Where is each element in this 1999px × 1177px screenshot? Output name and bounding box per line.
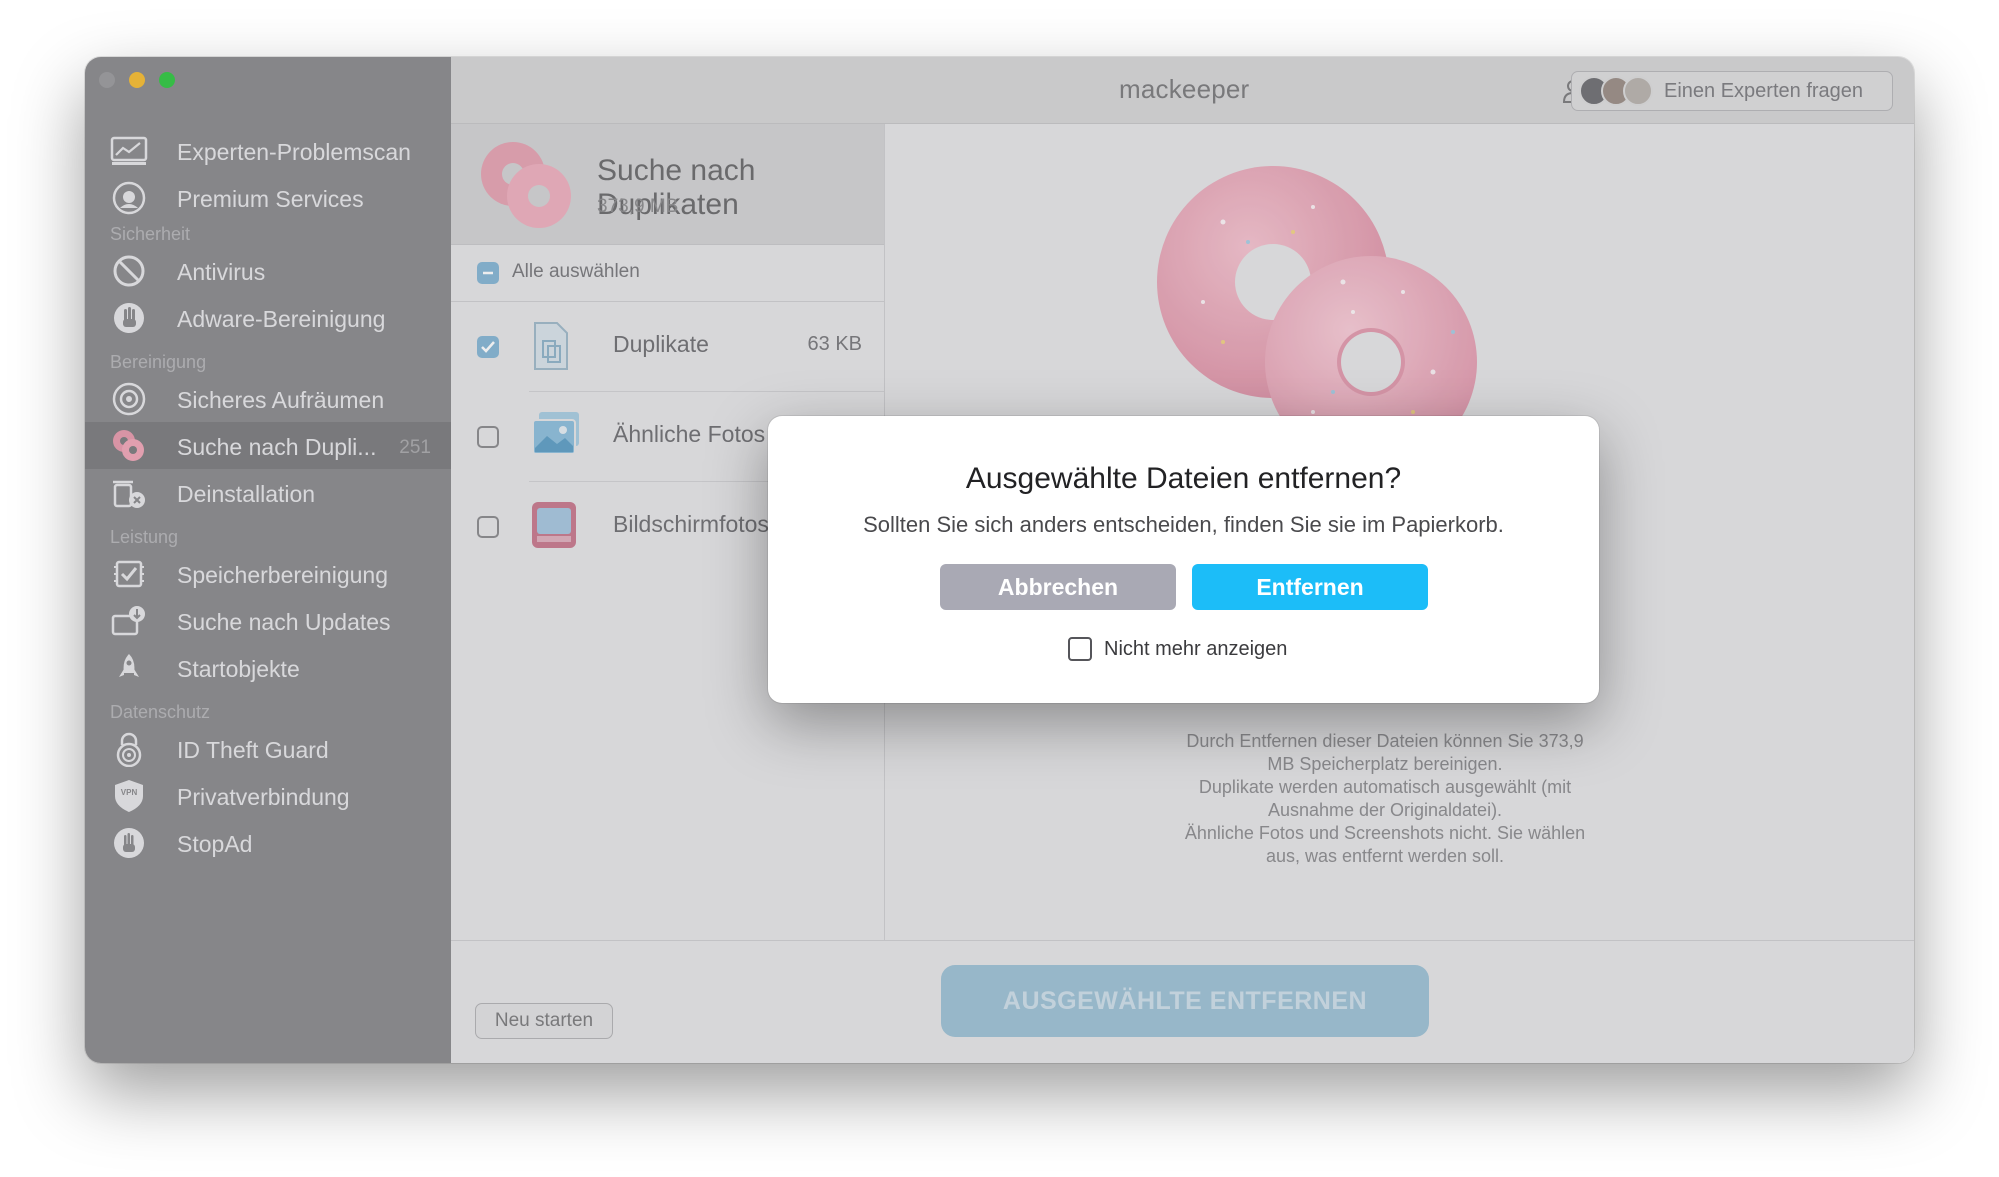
section-heading: Sicherheit xyxy=(110,224,191,244)
sidebar-item-deinstallation[interactable]: Deinstallation xyxy=(85,469,451,516)
expert-avatars xyxy=(1579,76,1653,106)
dialog-message: Sollten Sie sich anders entscheiden, fin… xyxy=(863,512,1504,537)
description-line: Duplikate werden automatisch ausgewählt … xyxy=(1198,777,1572,797)
sidebar-item-speicherbereinigung[interactable]: Speicherbereinigung xyxy=(85,550,451,597)
section-heading: Leistung xyxy=(110,527,179,547)
duplicate-files-icon xyxy=(534,322,568,370)
dont-show-again-option[interactable]: Nicht mehr anzeigen xyxy=(1068,637,1287,661)
hand-stop-icon xyxy=(110,300,148,336)
svg-text:VPN: VPN xyxy=(121,788,138,797)
sidebar-item-label: Suche nach Updates xyxy=(177,609,391,635)
shield-slash-icon xyxy=(110,253,148,289)
list-item-duplikate[interactable]: Duplikate 63 KB xyxy=(451,302,884,392)
section-heading: Datenschutz xyxy=(110,702,211,722)
remove-selected-button[interactable]: AUSGEWÄHLTE ENTFERNEN xyxy=(941,965,1429,1037)
sidebar-item-label: Privatverbindung xyxy=(177,784,350,810)
row-checkbox[interactable] xyxy=(477,516,499,538)
dont-show-again-label: Nicht mehr anzeigen xyxy=(1104,637,1288,660)
vpn-shield-icon: VPN xyxy=(110,778,148,814)
sidebar-item-startobjekte[interactable]: Startobjekte xyxy=(85,644,451,691)
sidebar-item-antivirus[interactable]: Antivirus xyxy=(85,247,451,294)
headset-icon xyxy=(110,180,148,216)
sidebar-item-label: Startobjekte xyxy=(177,656,300,682)
dont-show-again-checkbox[interactable] xyxy=(1068,637,1092,661)
window-controls xyxy=(99,72,175,88)
row-size: 63 KB xyxy=(807,333,862,355)
select-all-label: Alle auswählen xyxy=(512,261,640,282)
sidebar-item-stopad[interactable]: StopAd xyxy=(85,819,451,866)
cancel-button[interactable]: Abbrechen xyxy=(940,564,1176,610)
sidebar-item-label: Deinstallation xyxy=(177,481,316,507)
row-name: Duplikate xyxy=(613,331,709,357)
sidebar-item-sicheres-aufraeumen[interactable]: Sicheres Aufräumen xyxy=(85,375,451,422)
update-download-icon xyxy=(110,603,148,639)
sidebar-item-label: Sicheres Aufräumen xyxy=(177,387,385,413)
description-line: Ähnliche Fotos und Screenshots nicht. Si… xyxy=(1184,823,1586,843)
restart-button[interactable]: Neu starten xyxy=(475,1003,613,1039)
sidebar-item-label: Antivirus xyxy=(177,259,266,285)
sidebar-item-updates[interactable]: Suche nach Updates xyxy=(85,597,451,644)
description-text: Durch Entfernen dieser Dateien können Si… xyxy=(1085,730,1685,868)
sidebar-item-label: Experten-Problemscan xyxy=(177,139,411,165)
sidebar-item-adware[interactable]: Adware-Bereinigung xyxy=(85,294,451,341)
sidebar-item-label: StopAd xyxy=(177,831,253,857)
description-line: MB Speicherplatz bereinigen. xyxy=(1267,754,1503,774)
description-line: aus, was entfernt werden soll. xyxy=(1265,846,1505,866)
section-heading: Bereinigung xyxy=(110,352,207,372)
row-checkbox[interactable] xyxy=(477,336,499,358)
maximize-window-button[interactable] xyxy=(159,72,175,88)
screenshot-icon xyxy=(532,502,576,548)
hand-circle-icon xyxy=(110,825,148,861)
sidebar-item-id-theft-guard[interactable]: ID Theft Guard xyxy=(85,725,451,772)
sidebar-item-premium-services[interactable]: Premium Services xyxy=(85,174,451,221)
donut-icon xyxy=(110,428,148,464)
sidebar-item-experten-problemscan[interactable]: Experten-Problemscan xyxy=(85,127,451,174)
sidebar-item-duplikate[interactable]: Suche nach Dupli... 251 xyxy=(85,422,451,469)
select-all-row[interactable]: Alle auswählen xyxy=(451,245,884,302)
sidebar-item-label: Premium Services xyxy=(177,186,364,212)
close-window-button[interactable] xyxy=(99,72,115,88)
donut-icon xyxy=(481,142,571,228)
fingerprint-lock-icon xyxy=(110,731,148,767)
memory-check-icon xyxy=(110,556,148,592)
sidebar-item-label: Suche nach Dupli... xyxy=(177,434,377,460)
sidebar: Experten-Problemscan Premium Services Si… xyxy=(85,57,451,1063)
avatar xyxy=(1623,76,1653,106)
top-bar: mackeeper Einen Experten fragen xyxy=(451,57,1914,124)
item-count-badge: 251 xyxy=(399,437,431,458)
monitor-chart-icon xyxy=(110,133,148,169)
sidebar-item-label: ID Theft Guard xyxy=(177,737,329,763)
sidebar-item-label: Speicherbereinigung xyxy=(177,562,388,588)
bottom-bar: Neu starten AUSGEWÄHLTE ENTFERNEN xyxy=(451,940,1914,1063)
row-checkbox[interactable] xyxy=(477,426,499,448)
dialog-title: Ausgewählte Dateien entfernen? xyxy=(965,462,1402,495)
select-all-checkbox[interactable] xyxy=(477,262,499,284)
disk-icon xyxy=(110,381,148,417)
trash-x-icon xyxy=(110,475,148,511)
minimize-window-button[interactable] xyxy=(129,72,145,88)
confirm-remove-button[interactable]: Entfernen xyxy=(1192,564,1428,610)
ask-expert-label: Einen Experten fragen xyxy=(1664,80,1864,102)
list-header: Suche nach Duplikaten 373,9 MB xyxy=(451,124,884,245)
sidebar-item-privatverbindung[interactable]: VPN Privatverbindung xyxy=(85,772,451,819)
row-name: Bildschirmfotos xyxy=(613,511,769,537)
total-size: 373,9 MB xyxy=(597,196,679,217)
description-line: Durch Entfernen dieser Dateien können Si… xyxy=(1186,731,1584,751)
ask-expert-button[interactable]: Einen Experten fragen xyxy=(1571,71,1893,111)
sidebar-item-label: Adware-Bereinigung xyxy=(177,306,386,332)
description-line: Ausnahme der Originaldatei). xyxy=(1267,800,1503,820)
rocket-icon xyxy=(110,650,148,686)
row-name: Ähnliche Fotos xyxy=(613,421,766,447)
similar-photos-icon xyxy=(532,412,579,455)
app-logo: mackeeper xyxy=(1119,74,1250,104)
confirm-remove-dialog: Ausgewählte Dateien entfernen? Sollten S… xyxy=(768,416,1599,703)
